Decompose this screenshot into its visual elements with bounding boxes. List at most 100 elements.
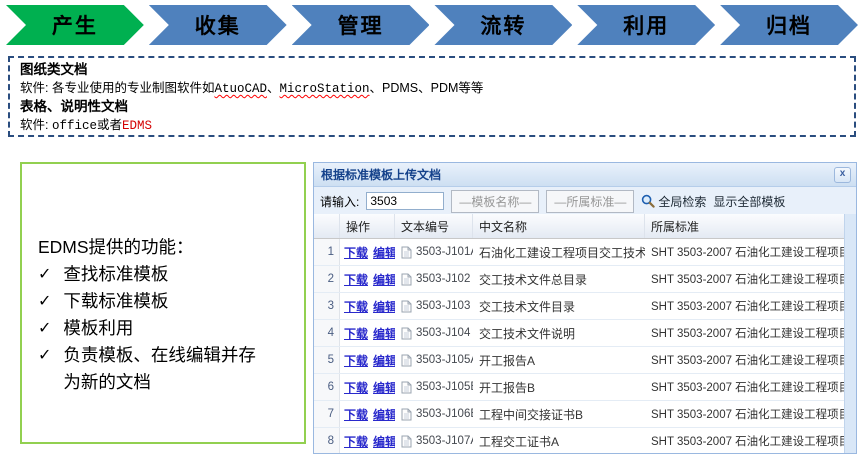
doc-code: 3503-J102: [416, 273, 470, 285]
doc-code: 3503-J107A: [416, 435, 473, 447]
doc-code-cell: 3503-J102: [395, 273, 473, 286]
col-header-operation[interactable]: 操作: [340, 214, 395, 238]
note-text: 或者: [97, 118, 122, 132]
edms-function-label: 负责模板、在线编辑并存为新的文档: [63, 342, 263, 396]
template-grid: 操作 文本编号 中文名称 所属标准 1 下载 编辑 3503-J101A 石油化…: [314, 214, 845, 453]
row-number: 2: [314, 266, 340, 292]
note-line-table-title: 表格、说明性文档: [20, 98, 844, 116]
doc-code-cell: 3503-J105A: [395, 354, 473, 367]
row-number: 7: [314, 401, 340, 427]
doc-name: 工程中间交接证书B: [473, 406, 645, 423]
edms-function-item: ✓ 负责模板、在线编辑并存为新的文档: [38, 342, 290, 396]
table-row: 7 下载 编辑 3503-J106B 工程中间交接证书B SHT 3503-20…: [314, 401, 845, 428]
search-input[interactable]: [366, 192, 444, 210]
flow-step-collect: 收集: [149, 5, 287, 45]
edit-link[interactable]: 编辑: [373, 298, 395, 315]
software-name-autocad: AtuoCAD: [214, 82, 267, 96]
doc-code-cell: 3503-J104: [395, 327, 473, 340]
edms-functions-title: EDMS提供的功能：: [38, 234, 290, 261]
flow-step-produce: 产生: [6, 5, 144, 45]
col-header-name[interactable]: 中文名称: [473, 214, 645, 238]
doc-standard: SHT 3503-2007 石油化工建设工程项目交工…: [645, 433, 845, 449]
doc-name: 工程交工证书A: [473, 433, 645, 450]
search-input-label: 请输入:: [320, 193, 359, 210]
operation-cell: 下载 编辑: [340, 379, 395, 396]
close-icon[interactable]: x: [834, 167, 851, 183]
window-titlebar: 根据标准模板上传文档 x: [314, 163, 856, 187]
document-icon: [401, 300, 412, 313]
note-line-drawing-software: 软件: 各专业使用的专业制图软件如AtuoCAD、MicroStation、PD…: [20, 79, 844, 98]
doc-name: 开工报告B: [473, 379, 645, 396]
edms-function-item: ✓ 下载标准模板: [38, 288, 290, 315]
window-title: 根据标准模板上传文档: [321, 166, 834, 183]
edit-link[interactable]: 编辑: [373, 406, 395, 423]
operation-cell: 下载 编辑: [340, 352, 395, 369]
download-link[interactable]: 下载: [344, 244, 368, 261]
process-flow: 产生 收集 管理 流转 利用 归档: [6, 5, 858, 45]
document-icon: [401, 327, 412, 340]
flow-step-label: 产生: [52, 10, 98, 40]
edit-link[interactable]: 编辑: [373, 379, 395, 396]
download-link[interactable]: 下载: [344, 352, 368, 369]
download-link[interactable]: 下载: [344, 406, 368, 423]
col-header-standard[interactable]: 所属标准: [645, 214, 845, 238]
doc-code-cell: 3503-J101A: [395, 246, 473, 259]
doc-standard: SHT 3503-2007 石油化工建设工程项目交工…: [645, 379, 845, 395]
col-header-rownum[interactable]: [314, 214, 340, 238]
doc-type-note-box: 图纸类文档 软件: 各专业使用的专业制图软件如AtuoCAD、MicroStat…: [8, 56, 856, 137]
edit-link[interactable]: 编辑: [373, 325, 395, 342]
check-icon: ✓: [38, 288, 51, 315]
document-icon: [401, 408, 412, 421]
software-name-microstation: MicroStation: [279, 82, 369, 96]
doc-standard: SHT 3503-2007 石油化工建设工程项目交工…: [645, 325, 845, 341]
download-link[interactable]: 下载: [344, 271, 368, 288]
software-name-office: office: [52, 119, 97, 133]
grid-header-row: 操作 文本编号 中文名称 所属标准: [314, 214, 845, 239]
download-link[interactable]: 下载: [344, 325, 368, 342]
doc-standard: SHT 3503-2007 石油化工建设工程项目交工…: [645, 352, 845, 368]
download-link[interactable]: 下载: [344, 379, 368, 396]
note-text: 、: [267, 81, 280, 95]
vertical-scrollbar[interactable]: [844, 214, 856, 453]
operation-cell: 下载 编辑: [340, 298, 395, 315]
operation-cell: 下载 编辑: [340, 244, 395, 261]
note-line-drawing-title: 图纸类文档: [20, 61, 844, 79]
doc-name: 交工技术文件目录: [473, 298, 645, 315]
download-link[interactable]: 下载: [344, 298, 368, 315]
doc-code: 3503-J105B: [416, 381, 473, 393]
document-icon: [401, 381, 412, 394]
global-search-label: 全局检索: [658, 193, 706, 210]
operation-cell: 下载 编辑: [340, 406, 395, 423]
edit-link[interactable]: 编辑: [373, 352, 395, 369]
note-text: 、PDMS、PDM等等: [370, 81, 484, 95]
doc-code-cell: 3503-J105B: [395, 381, 473, 394]
doc-standard: SHT 3503-2007 石油化工建设工程项目交工…: [645, 244, 845, 260]
flow-step-archive: 归档: [720, 5, 858, 45]
check-icon: ✓: [38, 315, 51, 342]
col-header-code[interactable]: 文本编号: [395, 214, 473, 238]
standard-dropdown[interactable]: —所属标准—: [546, 190, 634, 213]
operation-cell: 下载 编辑: [340, 433, 395, 450]
edit-link[interactable]: 编辑: [373, 271, 395, 288]
document-icon: [401, 435, 412, 448]
row-number: 4: [314, 320, 340, 346]
flow-step-label: 利用: [623, 10, 669, 40]
edms-function-label: 查找标准模板: [63, 261, 168, 288]
global-search-button[interactable]: 全局检索: [641, 193, 706, 210]
table-row: 5 下载 编辑 3503-J105A 开工报告A SHT 3503-2007 石…: [314, 347, 845, 374]
edit-link[interactable]: 编辑: [373, 244, 395, 261]
doc-standard: SHT 3503-2007 石油化工建设工程项目交工…: [645, 406, 845, 422]
flow-step-label: 管理: [338, 10, 384, 40]
template-name-dropdown[interactable]: —模板名称—: [451, 190, 539, 213]
edms-functions-box: EDMS提供的功能： ✓ 查找标准模板 ✓ 下载标准模板 ✓ 模板利用 ✓ 负责…: [20, 162, 306, 444]
download-link[interactable]: 下载: [344, 433, 368, 450]
software-name-edms: EDMS: [122, 119, 152, 133]
row-number: 5: [314, 347, 340, 373]
show-all-templates-button[interactable]: 显示全部模板: [713, 193, 785, 210]
doc-code: 3503-J104: [416, 327, 470, 339]
edit-link[interactable]: 编辑: [373, 433, 395, 450]
doc-code: 3503-J101A: [416, 246, 473, 258]
check-icon: ✓: [38, 261, 51, 288]
table-row: 8 下载 编辑 3503-J107A 工程交工证书A SHT 3503-2007…: [314, 428, 845, 454]
doc-name: 交工技术文件说明: [473, 325, 645, 342]
